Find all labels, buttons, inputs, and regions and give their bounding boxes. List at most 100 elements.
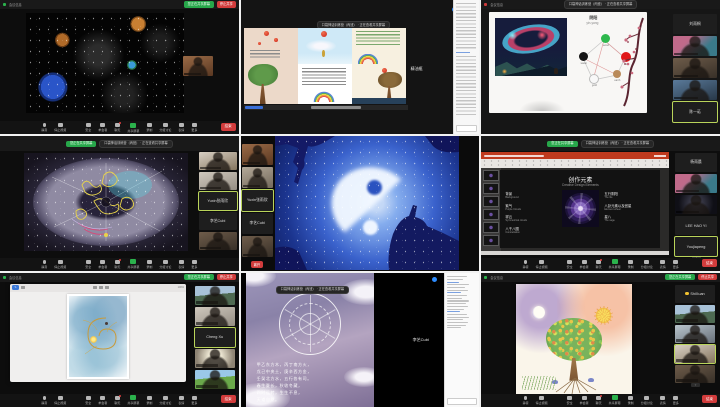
stop-share-button[interactable]: 停止共享 — [217, 274, 236, 280]
share-button[interactable]: 共享屏幕 — [127, 123, 139, 133]
participant-tile[interactable] — [242, 236, 273, 257]
participant-tile[interactable]: Youjiapeng — [675, 237, 717, 256]
smile-button[interactable]: 表情 — [178, 396, 184, 405]
rooms-button[interactable]: 分组讨论 — [641, 260, 653, 269]
participant-tile[interactable] — [195, 307, 235, 326]
doc-scrollbar[interactable] — [244, 105, 408, 110]
share-button[interactable]: 共享屏幕 — [609, 395, 621, 405]
chat-button[interactable]: 聊天 — [596, 396, 602, 405]
leave-meeting-button[interactable]: 离开 — [251, 261, 263, 268]
rec-button[interactable]: 录制 — [628, 260, 634, 269]
people-button[interactable]: 参会者 — [580, 260, 589, 269]
participant-tile[interactable] — [675, 365, 715, 383]
more-button[interactable]: 更多 — [191, 123, 197, 132]
more-button[interactable]: 更多 — [673, 260, 679, 269]
shield-button[interactable]: 安全 — [85, 260, 91, 269]
shield-button[interactable]: 安全 — [567, 260, 573, 269]
tool-icon[interactable] — [105, 286, 109, 289]
participant-tile[interactable]: 刘雨桐 — [673, 14, 717, 34]
stop-share-button[interactable]: 停止共享 — [698, 274, 717, 280]
smile-button[interactable]: 表情 — [660, 396, 666, 405]
smile-button[interactable]: 表情 — [178, 123, 184, 132]
participant-tile[interactable] — [242, 167, 273, 188]
zoom-level[interactable]: 100% — [178, 286, 184, 289]
rooms-button[interactable]: 分组讨论 — [159, 123, 171, 132]
rooms-button[interactable]: 分组讨论 — [641, 396, 653, 405]
meeting-pill[interactable]: 口袋神话训练营（丙班） · 正在查看共享屏幕 — [99, 140, 172, 148]
people-button[interactable]: 参会者 — [580, 396, 589, 405]
scroll-thumb[interactable] — [311, 106, 361, 109]
mic-button[interactable]: 静音 — [523, 260, 529, 269]
end-meeting-button[interactable]: 结束 — [221, 395, 236, 403]
annotate-button[interactable]: ✎ — [12, 285, 19, 290]
chat-button[interactable]: 聊天 — [114, 396, 120, 405]
meeting-pill[interactable]: 口袋神话训练营（丙班） · 正在查看共享屏幕 — [276, 286, 349, 294]
mic-button[interactable]: 静音 — [523, 396, 529, 405]
participant-tile[interactable]: Yuxin张雨欣 — [199, 192, 237, 210]
end-meeting-button[interactable]: 结束 — [702, 395, 717, 403]
participant-tile[interactable] — [195, 349, 235, 368]
cam-button[interactable]: 停止视频 — [536, 396, 548, 405]
rec-button[interactable]: 录制 — [628, 396, 634, 405]
cam-button[interactable]: 停止视频 — [536, 260, 548, 269]
participant-tile[interactable] — [199, 152, 237, 170]
mic-button[interactable]: 静音 — [41, 260, 47, 269]
participant-tile[interactable] — [673, 36, 717, 56]
mic-button[interactable]: 静音 — [41, 123, 47, 132]
participant-tile[interactable] — [675, 345, 715, 363]
participant-tile[interactable] — [675, 195, 717, 214]
chat-button[interactable]: 聊天 — [596, 260, 602, 269]
more-button[interactable]: 更多 — [673, 396, 679, 405]
cam-button[interactable]: 停止视频 — [54, 260, 66, 269]
cam-button[interactable]: 停止视频 — [54, 396, 66, 405]
meeting-pill[interactable]: 口袋神话训练营（丙班） · 正在查看共享屏幕 — [564, 0, 637, 8]
meeting-info-label[interactable]: 会议信息 — [9, 275, 22, 280]
participant-tile[interactable] — [195, 370, 235, 389]
participant-tile[interactable] — [242, 144, 273, 165]
ppt-titlebar[interactable] — [481, 152, 669, 159]
share-button[interactable]: 共享屏幕 — [127, 259, 139, 269]
chat-input[interactable] — [456, 125, 477, 132]
participant-tile[interactable] — [199, 172, 237, 190]
share-button[interactable]: 共享屏幕 — [609, 259, 621, 269]
rooms-button[interactable]: 分组讨论 — [159, 396, 171, 405]
meeting-pill[interactable]: 口袋神话训练营（丙班） · 正在查看共享屏幕 — [581, 140, 654, 148]
meeting-info-label[interactable]: 会议信息 — [490, 275, 503, 280]
meeting-info-label[interactable]: 会议信息 — [490, 2, 503, 7]
shield-button[interactable]: 安全 — [85, 396, 91, 405]
rooms-button[interactable]: 分组讨论 — [159, 260, 171, 269]
participant-tile[interactable] — [675, 325, 715, 343]
people-button[interactable]: 参会者 — [98, 260, 107, 269]
people-button[interactable]: 参会者 — [98, 396, 107, 405]
tool-icon[interactable] — [21, 286, 25, 289]
stop-share-button[interactable]: 停止共享 — [217, 1, 236, 7]
chat-link[interactable] — [456, 52, 470, 53]
chat-button[interactable]: 聊天 — [114, 260, 120, 269]
participant-tile[interactable]: 陈一诺 — [673, 102, 717, 122]
participant-tile[interactable]: 杨雨晨 — [675, 153, 717, 172]
participant-tile[interactable]: Yuxin张雨欣 — [242, 190, 273, 211]
zoom-app-icon[interactable] — [432, 277, 437, 282]
participant-tile[interactable] — [199, 232, 237, 250]
rec-button[interactable]: 录制 — [146, 396, 152, 405]
participant-tile[interactable] — [675, 305, 715, 323]
end-meeting-button[interactable]: 结束 — [702, 259, 717, 267]
participant-tile[interactable] — [183, 56, 213, 76]
people-button[interactable]: 参会者 — [98, 123, 107, 132]
participant-tile[interactable] — [675, 174, 717, 193]
participant-tile[interactable]: LEE HAO YI — [675, 216, 717, 235]
ppt-slide-thumbnails[interactable] — [481, 168, 501, 251]
participant-tile[interactable]: Cheng Xu — [195, 328, 235, 347]
window-controls[interactable] — [654, 155, 666, 156]
cam-button[interactable]: 停止视频 — [54, 123, 66, 132]
rec-button[interactable]: 录制 — [146, 260, 152, 269]
tool-icon[interactable] — [99, 286, 103, 289]
end-meeting-button[interactable]: 结束 — [221, 123, 236, 131]
shield-button[interactable]: 安全 — [567, 396, 573, 405]
tool-icon[interactable] — [93, 286, 97, 289]
participant-tile[interactable]: ShiXuan — [675, 285, 715, 303]
mic-button[interactable]: 静音 — [41, 396, 47, 405]
more-button[interactable]: 更多 — [191, 396, 197, 405]
participant-tile[interactable] — [195, 286, 235, 305]
meeting-info-label[interactable]: 会议信息 — [9, 2, 22, 7]
